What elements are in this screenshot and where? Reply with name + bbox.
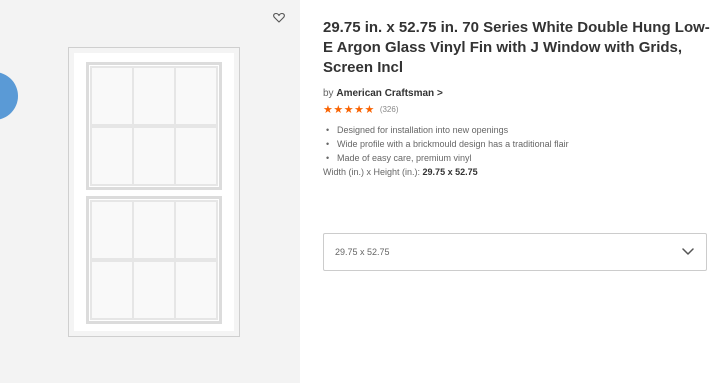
- feature-item: Designed for installation into new openi…: [323, 123, 715, 137]
- carousel-thumbnail[interactable]: [0, 72, 18, 120]
- feature-list: Designed for installation into new openi…: [323, 123, 715, 165]
- brand-chevron-icon: >: [436, 88, 443, 99]
- size-dropdown[interactable]: 29.75 x 52.75: [323, 233, 707, 271]
- window-upper-sash: [86, 62, 222, 190]
- feature-item: Wide profile with a brickmould design ha…: [323, 137, 715, 151]
- brand-name: American Craftsman: [336, 88, 435, 99]
- size-label: Width (in.) x Height (in.):: [323, 167, 421, 177]
- size-line: Width (in.) x Height (in.): 29.75 x 52.7…: [323, 167, 715, 177]
- window-lower-sash: [86, 196, 222, 324]
- brand-link[interactable]: American Craftsman >: [336, 88, 442, 99]
- by-prefix: by: [323, 88, 334, 99]
- product-title: 29.75 in. x 52.75 in. 70 Series White Do…: [323, 19, 710, 76]
- chevron-down-icon: [682, 248, 694, 256]
- rating-stars: ★★★★★: [323, 104, 375, 116]
- product-image-panel: [0, 0, 300, 383]
- product-image[interactable]: [68, 47, 240, 337]
- feature-item: Made of easy care, premium vinyl: [323, 151, 715, 165]
- size-dropdown-value: 29.75 x 52.75: [335, 247, 390, 257]
- size-value: 29.75 x 52.75: [422, 167, 478, 177]
- brand-byline: by American Craftsman >: [323, 88, 715, 99]
- rating[interactable]: ★★★★★ (326): [323, 103, 715, 116]
- product-info: 29.75 in. x 52.75 in. 70 Series White Do…: [323, 18, 715, 177]
- heart-icon: [273, 12, 285, 23]
- favorite-button[interactable]: [270, 8, 288, 26]
- review-count: (326): [379, 105, 399, 114]
